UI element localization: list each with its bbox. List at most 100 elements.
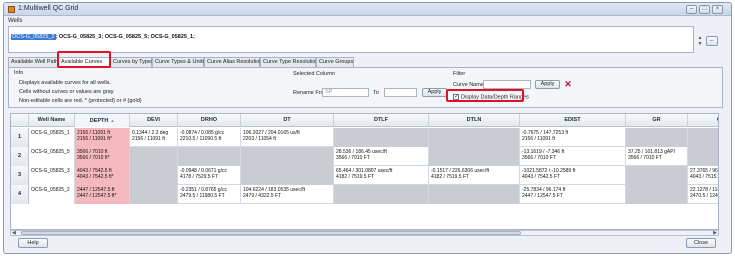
curve-cell[interactable]	[130, 147, 178, 166]
curve-cell[interactable]: 104.6224 / 183.0535 usec/ft 2479 / 4322.…	[241, 185, 334, 204]
well-name-cell[interactable]: OCS-G_05825_2	[29, 185, 75, 204]
horizontal-scrollbar[interactable]: ◀ ▶	[10, 230, 719, 236]
available-curves-highlight	[57, 51, 111, 68]
tab-curve-types-units[interactable]: Curve Types & Units	[152, 57, 205, 67]
curve-cell[interactable]	[688, 147, 718, 166]
scrollbar-thumb[interactable]	[21, 231, 521, 235]
curve-cell[interactable]: 2156 / 11091 ft 2156 / 11091 ft*	[75, 128, 130, 147]
rename-from-field[interactable]: SP	[322, 88, 369, 97]
close-window-button[interactable]: ×	[712, 5, 723, 14]
filter-apply-button[interactable]: Apply	[535, 80, 560, 89]
curve-cell[interactable]: 3566 / 7010 ft 3566 / 7010 ft*	[75, 147, 130, 166]
column-header-gr[interactable]: GR	[626, 114, 688, 127]
info-line-1: Displays available curves for all wells.	[19, 80, 112, 86]
curve-cell[interactable]	[429, 147, 520, 166]
selected-column-title: Selected Column	[293, 71, 335, 77]
scroll-left-icon[interactable]: ◀	[12, 230, 16, 236]
curve-cell[interactable]	[626, 128, 688, 147]
app-icon	[8, 6, 15, 13]
column-header-drho[interactable]: DRHO	[178, 114, 241, 127]
curve-cell[interactable]	[334, 128, 429, 147]
tab-curve-type-resolution[interactable]: Curve Type Resolution	[260, 57, 319, 67]
maximize-button[interactable]: □	[699, 5, 710, 14]
close-button[interactable]: Close	[686, 238, 716, 248]
rename-apply-button[interactable]: Apply	[422, 88, 447, 97]
row-number[interactable]: 3	[11, 166, 29, 185]
minimize-button[interactable]: –	[686, 5, 697, 14]
curve-cell[interactable]: -0.0948 / 0.0671 g/cc 4178 / 7529.5 FT	[178, 166, 241, 185]
curve-cell[interactable]: -1021.5872 / -10.2589 ft 4043 / 7542.5 F…	[520, 166, 626, 185]
scroll-right-icon[interactable]: ▶	[713, 230, 717, 236]
well-name-cell[interactable]: OCS-G_05825_1	[29, 128, 75, 147]
window-title: 1:Multiwell QC Grid	[18, 5, 79, 12]
curve-cell[interactable]: 0.1344 / 2.3 deg 2156 / 11091 ft	[130, 128, 178, 147]
curve-cell[interactable]: 37.25 / 101.813 gAPI 3566 / 7010 FT	[626, 147, 688, 166]
well-name-cell[interactable]: OCS-G_05825_5	[29, 147, 75, 166]
column-header-dtlf[interactable]: DTLF	[334, 114, 429, 127]
help-button[interactable]: Help	[18, 238, 48, 248]
table-row[interactable]: 4 OCS-G_05825_2 2447 / 12547.5 ft 2447 / 1…	[11, 185, 718, 204]
column-header-label: DEVI	[147, 117, 160, 123]
well-name-cell[interactable]: OCS-G_05825_3	[29, 166, 75, 185]
curve-cell[interactable]: -0.7675 / 147.7253 ft 2156 / 11091 ft	[520, 128, 626, 147]
curve-cell[interactable]	[130, 185, 178, 204]
curve-cell[interactable]: -0.0874 / 0.085 g/cc 2210.5 / 11090.5 ft	[178, 128, 241, 147]
curve-cell[interactable]: 2447 / 12547.5 ft 2447 / 12547.5 ft*	[75, 185, 130, 204]
curve-cell[interactable]	[241, 147, 334, 166]
column-header-grr[interactable]: GRR	[688, 114, 718, 127]
clear-filter-icon[interactable]: ✕	[564, 79, 572, 89]
curve-cell[interactable]	[688, 128, 718, 147]
curve-cell[interactable]	[626, 185, 688, 204]
options-panel: Info Displays available curves for all w…	[8, 67, 723, 108]
curve-cell[interactable]: 106.2027 / 204.0165 us/ft 2203 / 11054 f…	[241, 128, 334, 147]
table-row[interactable]: 1 OCS-G_05825_1 2156 / 11091 ft 2156 / 110…	[11, 128, 718, 147]
column-header-label: DTLN	[466, 117, 482, 123]
curve-names-input[interactable]	[483, 80, 531, 89]
curves-grid: Well Name DEPTH ▲ DEVI DRHO DT DTLF DTLN EDIST GR…	[10, 113, 719, 230]
tab-curve-alias-resolution[interactable]: Curve Alias Resolution	[204, 57, 262, 67]
curve-cell[interactable]	[178, 147, 241, 166]
tab-curve-groups[interactable]: Curve Groups	[316, 57, 354, 67]
curve-cell[interactable]: -0.2351 / 0.8765 g/cc 2479.5 / 11980.5 F…	[178, 185, 241, 204]
curve-cell[interactable]	[429, 185, 520, 204]
column-header-well-name[interactable]: Well Name	[29, 114, 75, 127]
rename-to-field[interactable]	[384, 88, 417, 97]
column-header-label: GRR	[717, 117, 718, 123]
curve-cell[interactable]: -13.1619 / -7.346 ft 3566 / 7010 FT	[520, 147, 626, 166]
curve-cell[interactable]	[626, 166, 688, 185]
wells-browse-button[interactable]: ...	[706, 36, 718, 46]
curve-cell[interactable]: -0.1517 / 226.6306 usec/ft 4182 / 7519.5…	[429, 166, 520, 185]
column-header-label: GR	[652, 117, 661, 123]
column-header-dt[interactable]: DT	[241, 114, 334, 127]
tab-curves-by-types[interactable]: Curves by Types	[110, 57, 154, 67]
curve-cell[interactable]: 4043 / 7542.5 ft 4043 / 7542.5 ft*	[75, 166, 130, 185]
wells-value: OCS-G_05825_2; OCS-G_05825_3; OCS-G_0582…	[11, 34, 195, 40]
grid-corner-cell	[11, 114, 29, 127]
column-header-edist[interactable]: EDIST	[520, 114, 626, 127]
wells-spinner-icon[interactable]: ▲ ▼	[697, 35, 703, 47]
curve-cell[interactable]	[241, 166, 334, 185]
column-header-depth[interactable]: DEPTH ▲	[75, 114, 130, 127]
info-line-2: Cells without curves or values are gray.	[19, 89, 115, 95]
row-number[interactable]: 1	[11, 128, 29, 147]
column-header-label: EDIST	[564, 117, 581, 123]
row-number[interactable]: 2	[11, 147, 29, 166]
row-number[interactable]: 4	[11, 185, 29, 204]
curve-cell[interactable]	[334, 185, 429, 204]
table-row[interactable]: 2 OCS-G_05825_5 3566 / 7010 ft 3566 / 7010…	[11, 147, 718, 166]
table-row[interactable]: 3 OCS-G_05825_3 4043 / 7542.5 ft 4043 / 75…	[11, 166, 718, 185]
curve-cell[interactable]	[429, 128, 520, 147]
curve-cell[interactable]: 65.464 / 301.0807 usec/ft 4182 / 7519.5 …	[334, 166, 429, 185]
info-title: Info	[14, 70, 24, 76]
curve-cell[interactable]: 28.536 / 186.45 usec/ft 3566 / 7010 FT	[334, 147, 429, 166]
column-header-devi[interactable]: DEVI	[130, 114, 178, 127]
curve-cell[interactable]: 27.3765 / 96.2899 gAPI 4043 / 7515.5 FT	[688, 166, 718, 185]
curve-cell[interactable]: 22.1278 / 114.9076 gAPI 2470.5 / 12483.5…	[688, 185, 718, 204]
curve-cell[interactable]	[130, 166, 178, 185]
column-header-dtln[interactable]: DTLN	[429, 114, 520, 127]
tab-available-well-path[interactable]: Available Well Path	[8, 57, 58, 67]
title-bar: 1:Multiwell QC Grid – □ ×	[4, 3, 731, 16]
wells-field[interactable]: OCS-G_05825_2; OCS-G_05825_3; OCS-G_0582…	[8, 26, 694, 53]
curve-cell[interactable]: -25.7834 / 96.174 ft 2447 / 12547.5 FT	[520, 185, 626, 204]
wells-selected-text: OCS-G_05825_2	[11, 34, 56, 40]
